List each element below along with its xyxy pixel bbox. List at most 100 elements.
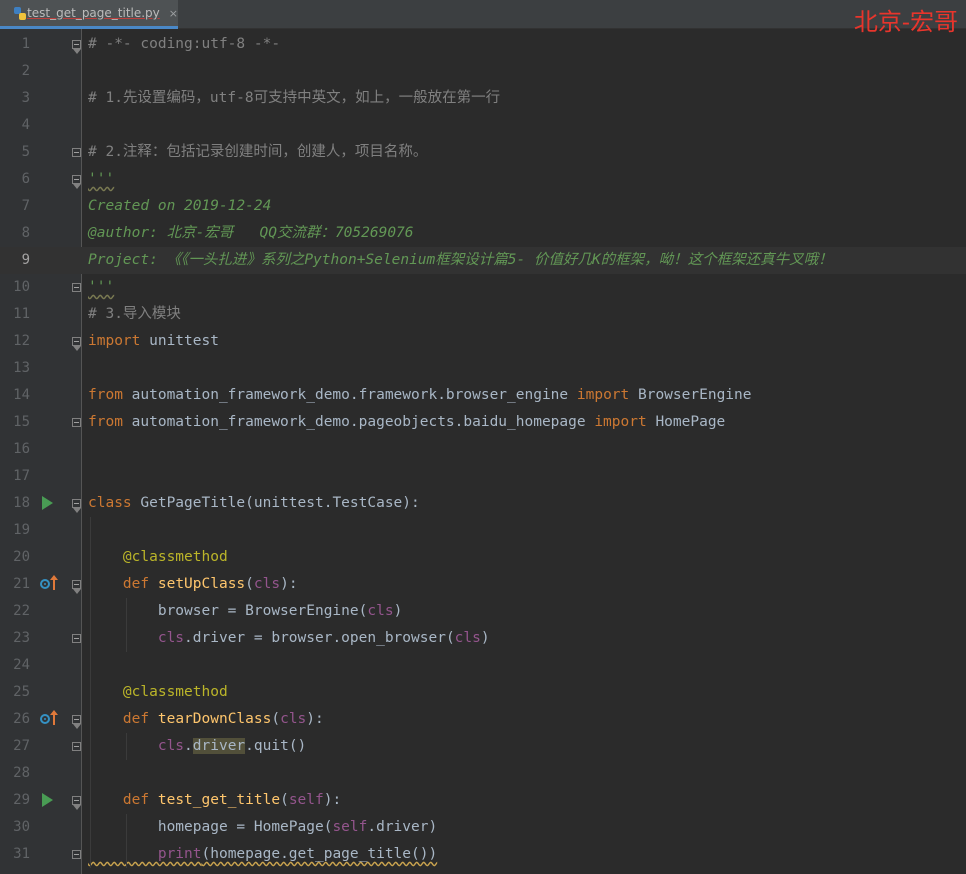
code-token: .driver = browser.open_browser( [184,630,455,646]
code-line[interactable]: 20 @classmethod [0,544,966,571]
code-line[interactable]: 23 cls.driver = browser.open_browser(cls… [0,625,966,652]
code-token: ) [393,603,403,619]
code-token: cls [367,603,394,619]
code-line[interactable]: 16 [0,436,966,463]
code-token: automation_framework_demo.pageobjects.ba… [122,414,595,430]
fold-start-icon[interactable] [72,796,81,810]
code-editor[interactable]: 1 # -*- coding:utf-8 -*- 2 3 # 1.先设置编码，utf-8… [0,29,966,874]
code-token: self [332,819,368,835]
fold-start-icon[interactable] [72,580,81,594]
code-text: browser = BrowserEngine(cls) [88,598,402,625]
code-line[interactable]: 18 class GetPageTitle(unittest.TestCase): [0,490,966,517]
code-line[interactable]: 28 [0,760,966,787]
code-token: HomePage [646,414,726,430]
code-line[interactable]: 4 [0,112,966,139]
line-number: 10 [13,279,30,295]
code-token: homepage = HomePage( [88,819,333,835]
line-number: 19 [13,522,30,538]
line-number: 7 [21,198,30,214]
overrides-method-icon[interactable] [40,575,62,593]
line-number: 14 [13,387,30,403]
code-token: cls [157,630,185,646]
run-test-icon[interactable] [42,496,53,510]
code-line[interactable]: 12 import unittest [0,328,966,355]
code-line[interactable]: 24 [0,652,966,679]
indent-guide [126,598,127,652]
code-text: class GetPageTitle(unittest.TestCase): [88,490,420,517]
code-text: ''' [88,274,114,301]
code-token: BrowserEngine [629,387,752,403]
fold-start-icon[interactable] [72,40,81,54]
code-line[interactable]: 17 [0,463,966,490]
code-line[interactable]: 6 ''' [0,166,966,193]
code-line[interactable]: 27 cls.driver.quit() [0,733,966,760]
code-line[interactable]: 9 Project: 《《一头扎进》系列之Python+Selenium框架设计篇… [0,247,966,274]
close-tab-icon[interactable]: × [169,7,178,20]
code-text: def test_get_title(self): [88,787,341,814]
fold-end-icon[interactable] [72,742,81,751]
editor-tab-bar: test_get_page_title.py × 北京-宏哥 [0,0,966,36]
code-line[interactable]: 22 browser = BrowserEngine(cls) [0,598,966,625]
fold-end-icon[interactable] [72,634,81,643]
code-token: # 1.先设置编码，utf-8可支持中英文，如上，一般放在第一行 [88,90,501,106]
code-token: ''' [88,171,115,187]
code-token: ( [280,792,289,808]
code-line[interactable]: 25 @classmethod [0,679,966,706]
code-line[interactable]: 13 [0,355,966,382]
code-token: unittest [140,333,219,349]
fold-start-icon[interactable] [72,715,81,729]
code-line[interactable]: 7 Created on 2019-12-24 [0,193,966,220]
code-text: def tearDownClass(cls): [88,706,324,733]
line-number: 31 [13,846,30,862]
code-token: cls [253,576,281,592]
code-line[interactable]: 14 from automation_framework_demo.framewo… [0,382,966,409]
line-number: 6 [21,171,30,187]
code-token: import [88,333,141,349]
code-line[interactable]: 2 [0,58,966,85]
fold-end-icon[interactable] [72,148,81,157]
code-text: @classmethod [88,679,228,706]
run-test-icon[interactable] [42,793,53,807]
code-text: @classmethod [88,544,228,571]
code-token: cls [157,738,185,754]
line-number: 26 [13,711,30,727]
line-number: 15 [13,414,30,430]
fold-end-icon[interactable] [72,283,81,292]
fold-start-icon[interactable] [72,499,81,513]
overrides-method-icon[interactable] [40,710,62,728]
code-line[interactable]: 8 @author: 北京-宏哥 QQ交流群：705269076 [0,220,966,247]
file-tab[interactable]: test_get_page_title.py × [0,0,178,29]
line-number: 2 [21,63,30,79]
code-line[interactable]: 15 from automation_framework_demo.pageobj… [0,409,966,436]
code-line[interactable]: 31 print(homepage.get_page_title()) [0,841,966,868]
code-line[interactable]: 30 homepage = HomePage(self.driver) [0,814,966,841]
code-line[interactable]: 26 def tearDownClass(cls): [0,706,966,733]
code-line[interactable]: 5 # 2.注释：包括记录创建时间，创建人，项目名称。 [0,139,966,166]
code-line[interactable]: 19 [0,517,966,544]
fold-end-icon[interactable] [72,418,81,427]
code-line[interactable]: 10 ''' [0,274,966,301]
code-line[interactable]: 21 def setUpClass(cls): [0,571,966,598]
code-text: from automation_framework_demo.framework… [88,382,751,409]
code-text: # 1.先设置编码，utf-8可支持中英文，如上，一般放在第一行 [88,85,500,112]
fold-start-icon[interactable] [72,175,81,189]
code-token: @author: 北京-宏哥 QQ交流群：705269076 [88,225,414,241]
code-line[interactable]: 3 # 1.先设置编码，utf-8可支持中英文，如上，一般放在第一行 [0,85,966,112]
code-text: # 3.导入模块 [88,301,181,328]
indent-guide [126,733,127,760]
code-token: # -*- coding:utf-8 -*- [88,36,281,52]
code-line[interactable]: 11 # 3.导入模块 [0,301,966,328]
fold-end-icon[interactable] [72,850,81,859]
code-line[interactable]: 29 def test_get_title(self): [0,787,966,814]
line-number: 29 [13,792,30,808]
code-line[interactable]: 1 # -*- coding:utf-8 -*- [0,31,966,58]
line-number: 3 [21,90,30,106]
line-number: 11 [13,306,30,322]
code-token: ( [271,711,281,727]
code-text: Project: 《《一头扎进》系列之Python+Selenium框架设计篇5… [88,247,833,274]
fold-start-icon[interactable] [72,337,81,351]
code-token: tearDownClass [157,711,272,727]
